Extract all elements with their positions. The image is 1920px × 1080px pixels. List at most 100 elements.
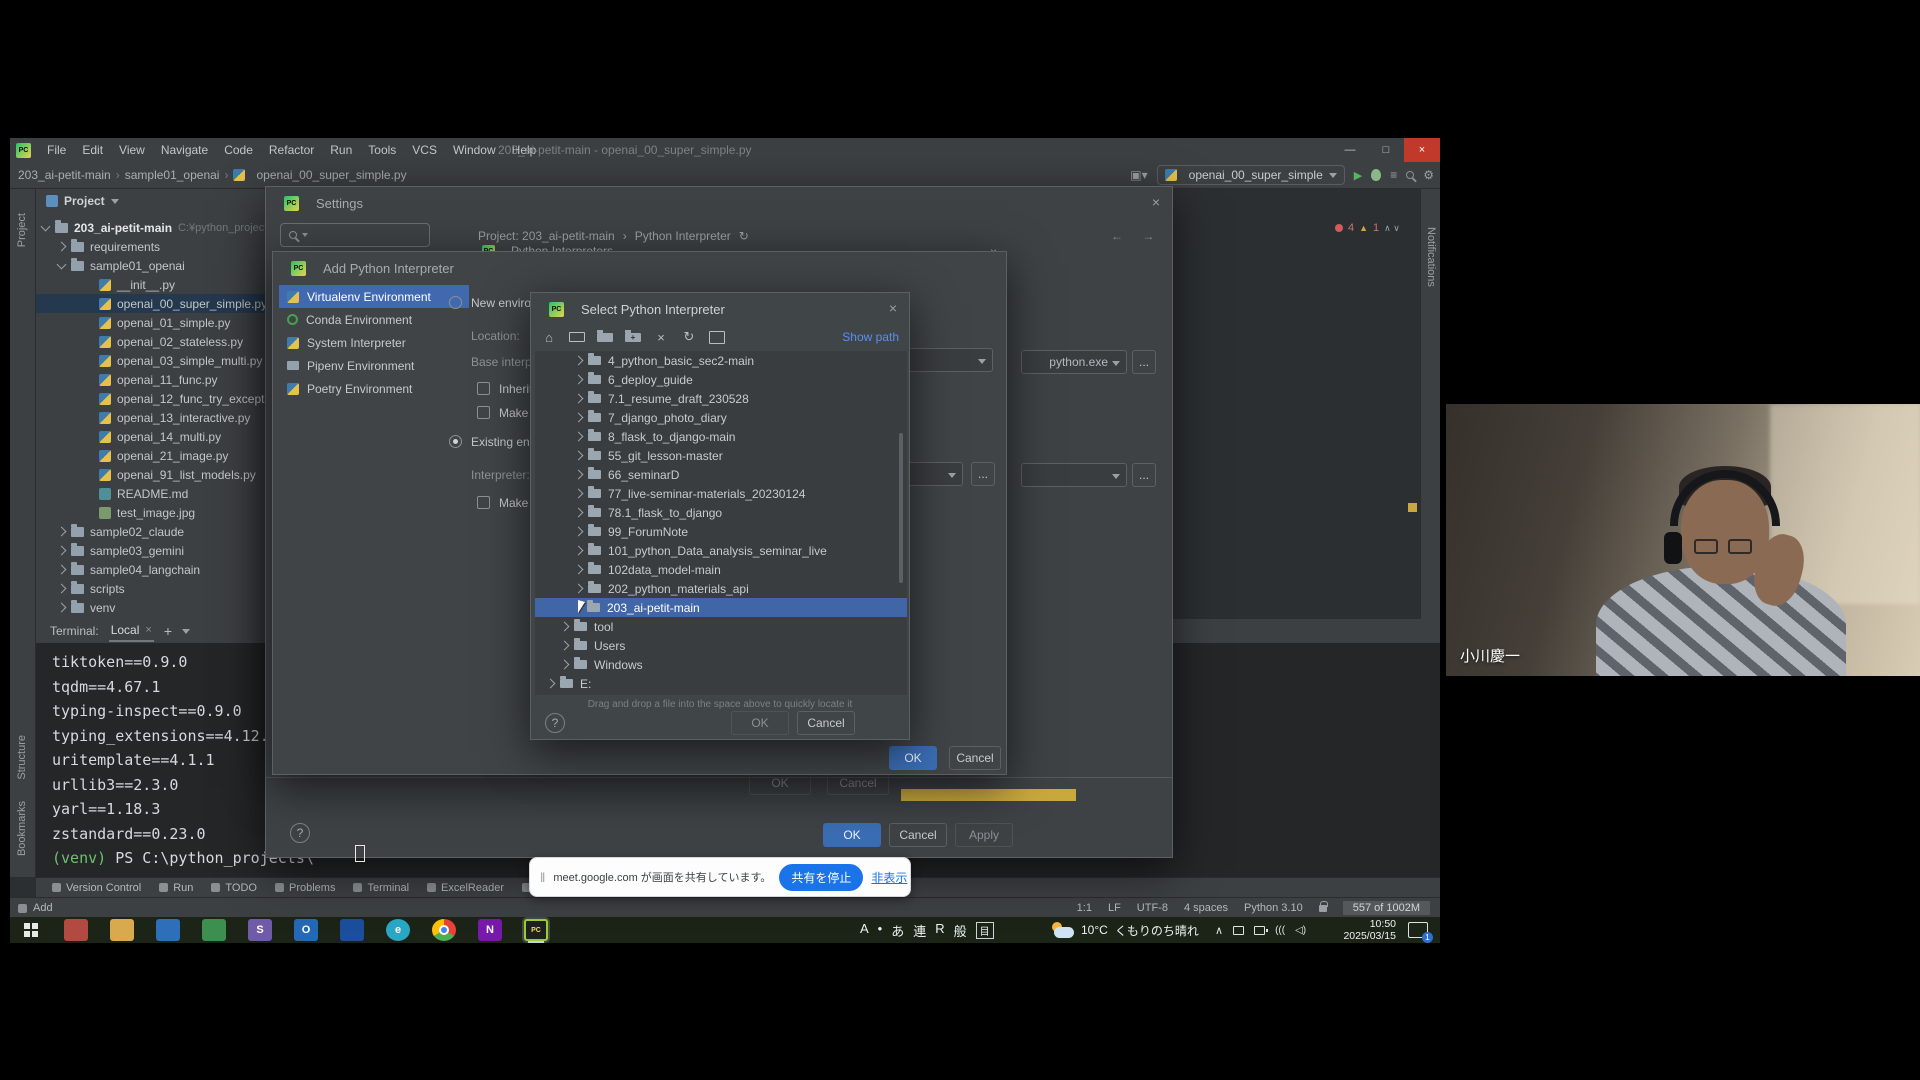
chevron-right-icon[interactable]: [574, 546, 584, 556]
cancel-button[interactable]: Cancel: [797, 711, 855, 735]
breadcrumb[interactable]: 203_ai-petit-main› sample01_openai› open…: [18, 168, 407, 182]
environment-item[interactable]: System Interpreter: [279, 331, 469, 354]
tree-item[interactable]: README.md: [36, 484, 270, 503]
battery-icon[interactable]: [1254, 926, 1265, 935]
scrollbar-thumb[interactable]: [899, 433, 903, 583]
reset-icon[interactable]: ↻: [739, 229, 749, 243]
folder-row[interactable]: 77_live-seminar-materials_20230124: [535, 484, 907, 503]
cancel-button[interactable]: Cancel: [949, 746, 1001, 770]
memory-indicator[interactable]: 557 of 1002M: [1343, 901, 1430, 915]
ime-mode[interactable]: あ: [891, 921, 904, 940]
chevron-right-icon[interactable]: [574, 584, 584, 594]
menu-item[interactable]: Code: [216, 138, 261, 162]
cancel-button[interactable]: Cancel: [889, 823, 947, 847]
file-tree[interactable]: 4_python_basic_sec2-main 6_deploy_guide …: [535, 351, 907, 695]
gear-icon[interactable]: ⚙: [1423, 168, 1434, 182]
chevron-down-icon[interactable]: [111, 199, 119, 204]
tool-window-button[interactable]: Terminal: [353, 882, 409, 894]
folder-row[interactable]: Users: [535, 636, 907, 655]
folder-row[interactable]: 78.1_flask_to_django: [535, 503, 907, 522]
browse-button[interactable]: ...: [1132, 463, 1156, 487]
status-item[interactable]: Python 3.10: [1244, 902, 1303, 914]
stop-sharing-button[interactable]: 共有を停止: [779, 864, 863, 891]
folder-row[interactable]: 4_python_basic_sec2-main: [535, 351, 907, 370]
tree-item[interactable]: openai_03_simple_multi.py: [36, 351, 270, 370]
inspections-widget[interactable]: 4 ▲ 1 ∧ ∨: [1335, 222, 1400, 234]
chevron-right-icon[interactable]: [574, 565, 584, 575]
menu-item[interactable]: Run: [322, 138, 360, 162]
browse-button[interactable]: ...: [971, 462, 995, 486]
chevron-right-icon[interactable]: [574, 470, 584, 480]
taskbar-app-icon[interactable]: [110, 919, 134, 941]
close-tab-icon[interactable]: ×: [145, 624, 151, 636]
chevron-right-icon[interactable]: [546, 679, 556, 689]
folder-row[interactable]: 7_django_photo_diary: [535, 408, 907, 427]
chevron-right-icon[interactable]: [574, 413, 584, 423]
tree-item[interactable]: sample04_langchain: [36, 560, 270, 579]
chevron-right-icon[interactable]: [574, 489, 584, 499]
menu-item[interactable]: Window: [445, 138, 504, 162]
folder-row[interactable]: 101_python_Data_analysis_seminar_live: [535, 541, 907, 560]
tree-item[interactable]: scripts: [36, 579, 270, 598]
ok-button[interactable]: OK: [823, 823, 881, 847]
close-icon[interactable]: ×: [889, 300, 897, 316]
environment-item[interactable]: Pipenv Environment: [279, 354, 469, 377]
taskbar-app-icon[interactable]: O: [294, 919, 318, 941]
project-view-title[interactable]: Project: [64, 194, 105, 208]
chevron-right-icon[interactable]: [560, 622, 570, 632]
make-available-checkbox[interactable]: [477, 406, 490, 419]
tree-item[interactable]: openai_91_list_models.py: [36, 465, 270, 484]
tree-item[interactable]: requirements: [36, 237, 270, 256]
tree-item[interactable]: openai_12_func_try_except.py: [36, 389, 270, 408]
chevron-right-icon[interactable]: [574, 394, 584, 404]
taskbar-app-icon[interactable]: [64, 919, 88, 941]
menu-item[interactable]: Tools: [360, 138, 404, 162]
inherit-checkbox[interactable]: [477, 382, 490, 395]
run-config-selector[interactable]: openai_00_super_simple: [1157, 165, 1345, 185]
tree-item[interactable]: sample02_claude: [36, 522, 270, 541]
terminal-options-icon[interactable]: [182, 629, 190, 634]
hide-link[interactable]: 非表示: [871, 869, 907, 886]
git-add-label[interactable]: Add: [33, 902, 53, 914]
more-tools-icon[interactable]: ≡: [1390, 168, 1397, 182]
run-button[interactable]: ▶: [1354, 169, 1362, 182]
menu-item[interactable]: Navigate: [153, 138, 216, 162]
tool-window-button[interactable]: Run: [159, 882, 193, 894]
weather-widget[interactable]: 10°C くもりのち晴れ: [1050, 922, 1199, 939]
folder-row[interactable]: tool: [535, 617, 907, 636]
new-environment-radio[interactable]: [449, 296, 462, 309]
folder-row[interactable]: Windows: [535, 655, 907, 674]
folder-row[interactable]: 102data_model-main: [535, 560, 907, 579]
debug-button[interactable]: [1371, 169, 1381, 181]
ime-mode[interactable]: A: [860, 921, 869, 940]
terminal-tab-local[interactable]: Local ×: [109, 620, 154, 642]
tree-item[interactable]: openai_00_super_simple.py: [36, 294, 270, 313]
chevron-right-icon[interactable]: [574, 527, 584, 537]
chevron-right-icon[interactable]: [560, 641, 570, 651]
toolbar-icon[interactable]: ↻: [681, 329, 697, 345]
new-terminal-button[interactable]: +: [164, 623, 172, 639]
tool-strip-structure[interactable]: Structure: [16, 735, 28, 780]
menu-item[interactable]: File: [39, 138, 74, 162]
tree-item[interactable]: openai_02_stateless.py: [36, 332, 270, 351]
system-tray[interactable]: ∧ ((( ◁): [1215, 924, 1306, 937]
apply-button[interactable]: Apply: [955, 823, 1013, 847]
notification-center-icon[interactable]: 1: [1408, 922, 1428, 938]
ok-button[interactable]: OK: [731, 711, 789, 735]
folder-row[interactable]: 66_seminarD: [535, 465, 907, 484]
tree-item[interactable]: sample01_openai: [36, 256, 270, 275]
tool-strip-bookmarks[interactable]: Bookmarks: [16, 801, 28, 856]
tool-window-button[interactable]: ExcelReader: [427, 882, 504, 894]
drag-handle-icon[interactable]: ‖: [540, 870, 545, 885]
taskbar-app-icon[interactable]: [202, 919, 226, 941]
taskbar-app-icon[interactable]: [156, 919, 180, 941]
folder-row[interactable]: 7.1_resume_draft_230528: [535, 389, 907, 408]
tree-item[interactable]: openai_14_multi.py: [36, 427, 270, 446]
ime-mode[interactable]: 般: [954, 921, 967, 940]
menu-item[interactable]: View: [111, 138, 153, 162]
search-icon[interactable]: [1406, 171, 1414, 179]
existing-environment-radio[interactable]: [449, 435, 462, 448]
interpreter-combo[interactable]: python.exe: [1021, 350, 1127, 374]
status-item[interactable]: 1:1: [1077, 902, 1092, 914]
chevron-right-icon[interactable]: [574, 508, 584, 518]
